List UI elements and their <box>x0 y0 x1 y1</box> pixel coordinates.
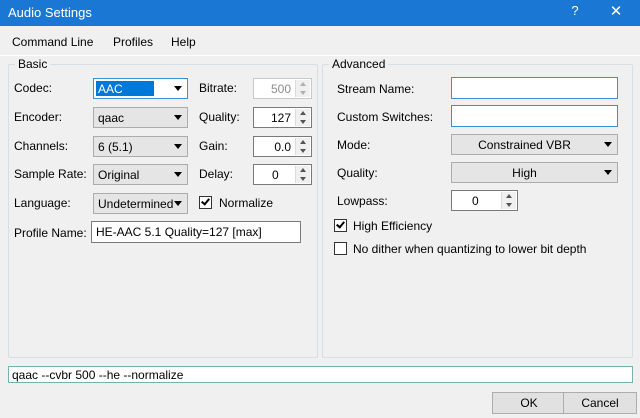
title-bar: Audio Settings ? ✕ <box>0 0 640 26</box>
lowpass-spinner[interactable]: 0 <box>451 190 518 211</box>
stream-name-label: Stream Name: <box>337 82 415 96</box>
chevron-down-icon <box>174 172 182 177</box>
channels-label: Channels: <box>14 139 69 153</box>
normalize-checkbox[interactable] <box>199 196 212 209</box>
mode-value: Constrained VBR <box>478 138 571 152</box>
advanced-quality-value: High <box>512 166 537 180</box>
no-dither-label: No dither when quantizing to lower bit d… <box>353 242 587 256</box>
chevron-down-icon <box>174 86 182 91</box>
quality-value: 127 <box>270 111 291 125</box>
delay-label: Delay: <box>199 167 234 181</box>
quality-label: Quality: <box>199 110 240 124</box>
chevron-down-icon <box>174 115 182 120</box>
chevron-down-icon <box>604 170 612 175</box>
mode-select[interactable]: Constrained VBR <box>451 134 618 155</box>
sample-rate-value: Original <box>98 168 140 182</box>
chevron-down-icon <box>174 201 182 206</box>
help-icon[interactable]: ? <box>566 3 584 18</box>
spin-down-icon <box>296 88 310 97</box>
close-icon[interactable]: ✕ <box>604 2 628 20</box>
gain-label: Gain: <box>199 139 228 153</box>
custom-switches-label: Custom Switches: <box>337 110 434 124</box>
spin-down-icon[interactable] <box>296 146 310 155</box>
gain-spinner[interactable]: 0.0 <box>253 136 312 157</box>
window-title: Audio Settings <box>8 5 92 20</box>
codec-select[interactable]: AAC <box>93 78 188 99</box>
high-efficiency-label: High Efficiency <box>353 219 433 233</box>
advanced-group-title: Advanced <box>329 57 389 71</box>
profile-name-field[interactable]: HE-AAC 5.1 Quality=127 [max] <box>91 221 301 243</box>
normalize-label: Normalize <box>219 196 274 210</box>
command-line-preview[interactable]: qaac --cvbr 500 --he --normalize <box>8 366 633 383</box>
channels-select[interactable]: 6 (5.1) <box>93 136 188 157</box>
language-select[interactable]: Undetermined <box>93 193 188 214</box>
sample-rate-select[interactable]: Original <box>93 164 188 185</box>
chevron-down-icon <box>174 144 182 149</box>
codec-value: AAC <box>98 82 123 96</box>
no-dither-checkbox[interactable] <box>334 242 347 255</box>
bitrate-value: 500 <box>270 82 291 96</box>
sample-rate-label: Sample Rate: <box>14 167 87 181</box>
menu-help[interactable]: Help <box>171 35 196 49</box>
channels-value: 6 (5.1) <box>98 140 133 154</box>
lowpass-value: 0 <box>472 194 479 208</box>
checkmark-icon <box>201 196 210 206</box>
stream-name-field[interactable] <box>451 77 618 99</box>
language-label: Language: <box>14 196 71 210</box>
mode-label: Mode: <box>337 138 371 152</box>
encoder-select[interactable]: qaac <box>93 107 188 128</box>
bitrate-label: Bitrate: <box>199 81 238 95</box>
menu-command-line[interactable]: Command Line <box>12 35 93 49</box>
chevron-down-icon <box>604 142 612 147</box>
spin-down-icon[interactable] <box>296 117 310 126</box>
gain-value: 0.0 <box>274 140 291 154</box>
checkmark-icon <box>336 219 345 229</box>
spin-down-icon[interactable] <box>296 174 310 183</box>
quality-spinner[interactable]: 127 <box>253 107 312 128</box>
delay-spinner[interactable]: 0 <box>253 164 312 185</box>
menu-profiles[interactable]: Profiles <box>113 35 153 49</box>
advanced-quality-label: Quality: <box>337 166 378 180</box>
language-value: Undetermined <box>98 197 174 211</box>
high-efficiency-checkbox[interactable] <box>334 219 347 232</box>
advanced-quality-select[interactable]: High <box>451 162 618 183</box>
cancel-button[interactable]: Cancel <box>563 392 637 414</box>
bitrate-spinner: 500 <box>253 78 312 99</box>
basic-group-title: Basic <box>15 57 51 71</box>
menu-bar: Command Line Profiles Help <box>0 26 640 56</box>
codec-label: Codec: <box>14 81 53 95</box>
ok-button[interactable]: OK <box>492 392 566 414</box>
spin-down-icon[interactable] <box>502 200 516 209</box>
encoder-value: qaac <box>98 111 125 125</box>
custom-switches-field[interactable] <box>451 105 618 127</box>
delay-value: 0 <box>272 168 279 182</box>
encoder-label: Encoder: <box>14 110 63 124</box>
profile-name-label: Profile Name: <box>14 226 87 240</box>
lowpass-label: Lowpass: <box>337 194 388 208</box>
